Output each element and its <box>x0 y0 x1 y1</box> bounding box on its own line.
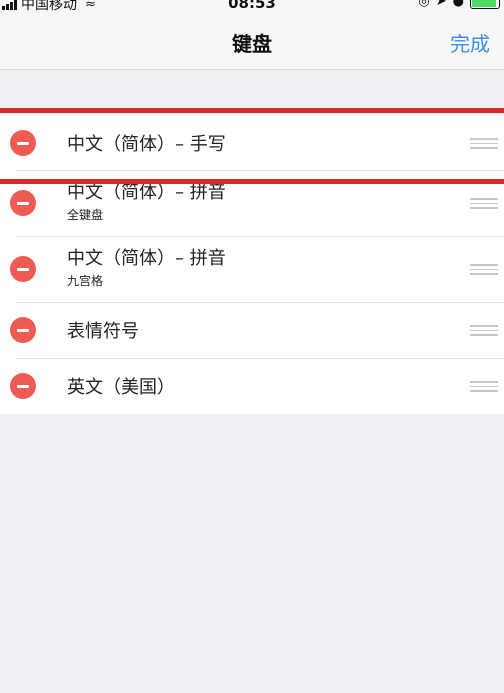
delete-icon[interactable] <box>10 190 36 216</box>
reorder-handle-icon[interactable] <box>470 198 498 210</box>
keyboard-title: 中文（简体）– 手写 <box>67 134 226 155</box>
list-item-emoji[interactable]: 表情符号 <box>0 302 504 358</box>
battery-fill <box>472 0 496 7</box>
page-title: 键盘 <box>232 32 272 56</box>
reorder-handle-icon[interactable] <box>470 381 498 393</box>
list-item-pinyin-nine[interactable]: 中文（简体）– 拼音 九宫格 <box>0 236 504 302</box>
keyboard-title: 表情符号 <box>67 321 139 342</box>
alarm-icon: ● <box>452 0 464 9</box>
done-button[interactable]: 完成 <box>450 28 490 57</box>
battery-icon <box>470 0 500 9</box>
status-indicators: ◎ ➤ ● <box>418 0 500 9</box>
keyboard-title: 中文（简体）– 拼音 <box>67 248 226 269</box>
reorder-handle-icon[interactable] <box>470 264 498 276</box>
delete-icon[interactable] <box>10 373 36 399</box>
delete-icon[interactable] <box>10 130 36 156</box>
keyboard-title: 英文（美国） <box>67 377 175 398</box>
reorder-handle-icon[interactable] <box>470 138 498 150</box>
location-icon: ➤ <box>435 0 447 9</box>
reorder-handle-icon[interactable] <box>470 325 498 337</box>
delete-icon[interactable] <box>10 256 36 282</box>
keyboard-list: 中文（简体）– 手写 中文（简体）– 拼音 全键盘 中文（简体）– 拼音 九宫格… <box>0 114 504 414</box>
keyboard-title: 中文（简体）– 拼音 <box>67 182 226 203</box>
navigation-bar: 键盘 完成 <box>0 14 504 70</box>
status-bar: 中国移动 ≈ 08:53 ◎ ➤ ● <box>0 0 504 14</box>
rotation-lock-icon: ◎ <box>418 0 430 9</box>
keyboard-subtitle: 九宫格 <box>67 274 104 288</box>
list-item-english[interactable]: 英文（美国） <box>0 358 504 414</box>
keyboard-subtitle: 全键盘 <box>67 208 104 222</box>
delete-icon[interactable] <box>10 317 36 343</box>
list-item-pinyin-full[interactable]: 中文（简体）– 拼音 全键盘 <box>0 170 504 236</box>
list-item-handwriting[interactable]: 中文（简体）– 手写 <box>0 114 504 170</box>
